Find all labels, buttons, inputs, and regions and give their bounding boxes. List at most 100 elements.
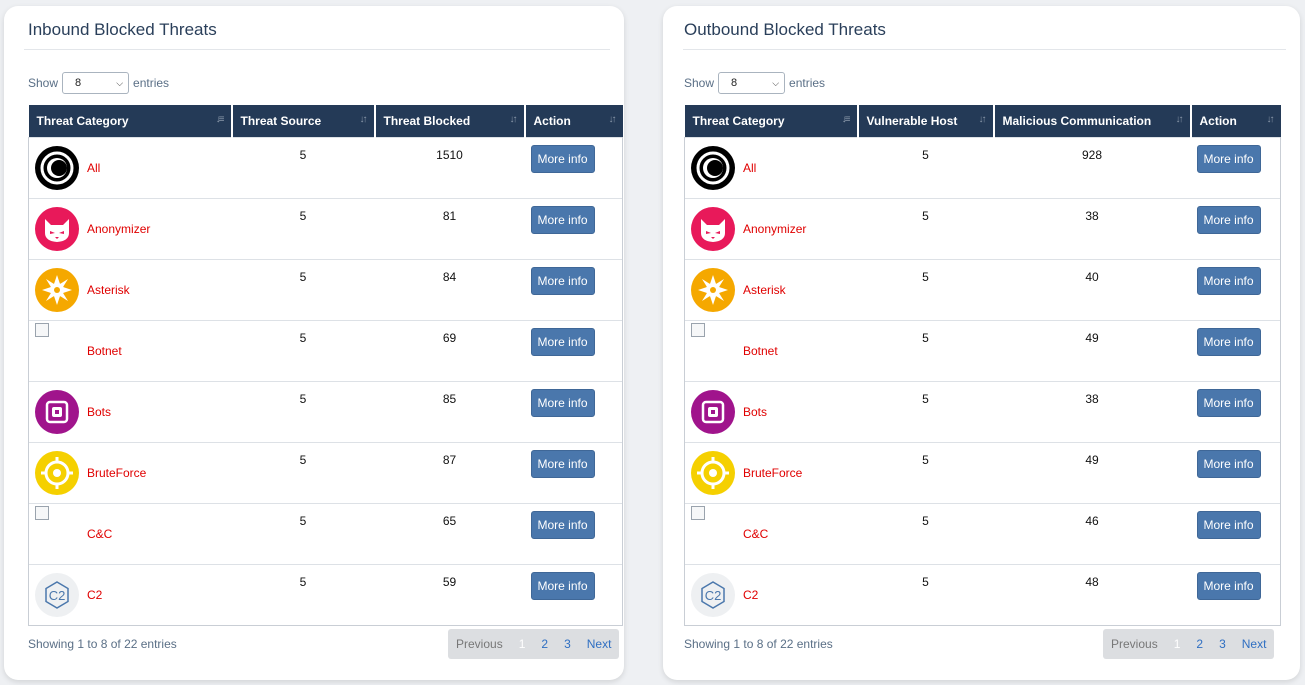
bots-icon bbox=[35, 389, 79, 434]
panel-title: Outbound Blocked Threats bbox=[684, 20, 886, 39]
more-info-button[interactable]: More info bbox=[530, 571, 595, 600]
category-cell: BruteForce bbox=[684, 441, 858, 503]
table-row: C&C 5 46 More info bbox=[684, 502, 1281, 564]
category-cell: Botnet bbox=[684, 319, 858, 381]
action-cell: More info bbox=[524, 258, 623, 320]
column-header-malicious-communication[interactable]: Malicious Communication ↓↑ bbox=[993, 105, 1192, 137]
count-cell: 40 bbox=[993, 258, 1191, 320]
more-info-button[interactable]: More info bbox=[530, 327, 595, 356]
more-info-button[interactable]: More info bbox=[1196, 571, 1261, 600]
next-button[interactable]: Next bbox=[579, 637, 620, 651]
previous-button[interactable]: Previous bbox=[1103, 637, 1166, 651]
previous-button[interactable]: Previous bbox=[448, 637, 511, 651]
more-info-button[interactable]: More info bbox=[1196, 510, 1261, 539]
action-cell: More info bbox=[1190, 136, 1281, 198]
more-info-button[interactable]: More info bbox=[530, 449, 595, 478]
table-row: C&C 5 65 More info bbox=[28, 502, 623, 564]
panel-title: Inbound Blocked Threats bbox=[28, 20, 217, 39]
count-cell: 59 bbox=[374, 563, 525, 626]
page-2-button[interactable]: 2 bbox=[533, 637, 556, 651]
category-cell: Bots bbox=[684, 380, 858, 442]
table-info: Showing 1 to 8 of 22 entries bbox=[684, 637, 833, 651]
category-name[interactable]: C2 bbox=[87, 588, 102, 602]
count-cell: 5 bbox=[857, 258, 994, 320]
more-info-button[interactable]: More info bbox=[1196, 144, 1261, 173]
count-cell: 85 bbox=[374, 380, 525, 442]
category-name[interactable]: Asterisk bbox=[87, 283, 130, 297]
broken-image-icon bbox=[35, 505, 79, 556]
page-3-button[interactable]: 3 bbox=[1211, 637, 1234, 651]
page-1-button[interactable]: 1 bbox=[511, 637, 534, 651]
column-header-threat-blocked[interactable]: Threat Blocked ↓↑ bbox=[374, 105, 526, 137]
count-cell: 5 bbox=[857, 502, 994, 564]
anonymizer-cat-icon bbox=[691, 206, 735, 251]
entries-select[interactable]: 8 ⌵ bbox=[718, 72, 786, 94]
count-cell: 5 bbox=[857, 197, 994, 259]
column-header-threat-category[interactable]: Threat Category ↓≡ bbox=[684, 105, 859, 137]
entries-length-control: Show 8 ⌵ entries bbox=[684, 72, 825, 94]
more-info-button[interactable]: More info bbox=[1196, 327, 1261, 356]
column-header-vulnerable-host[interactable]: Vulnerable Host ↓↑ bbox=[857, 105, 995, 137]
column-header-threat-category[interactable]: Threat Category ↓≡ bbox=[28, 105, 233, 137]
count-cell: 5 bbox=[231, 319, 375, 381]
category-name[interactable]: All bbox=[87, 161, 100, 175]
count-cell: 84 bbox=[374, 258, 525, 320]
column-header-threat-source[interactable]: Threat Source ↓↑ bbox=[231, 105, 376, 137]
action-cell: More info bbox=[524, 502, 623, 564]
category-name[interactable]: C&C bbox=[743, 527, 768, 541]
category-name[interactable]: C&C bbox=[87, 527, 112, 541]
divider bbox=[683, 49, 1286, 50]
more-info-button[interactable]: More info bbox=[1196, 205, 1261, 234]
count-cell: 81 bbox=[374, 197, 525, 259]
count-cell: 48 bbox=[993, 563, 1191, 626]
category-name[interactable]: BruteForce bbox=[87, 466, 146, 480]
more-info-button[interactable]: More info bbox=[530, 388, 595, 417]
sort-icon: ↓↑ bbox=[1175, 114, 1184, 125]
category-cell: Bots bbox=[28, 380, 232, 442]
page-2-button[interactable]: 2 bbox=[1188, 637, 1211, 651]
table-row: C2 C2 5 59 More info bbox=[28, 563, 623, 626]
more-info-button[interactable]: More info bbox=[530, 144, 595, 173]
more-info-button[interactable]: More info bbox=[530, 510, 595, 539]
column-header-action[interactable]: Action ↓↑ bbox=[524, 105, 623, 137]
category-name[interactable]: Asterisk bbox=[743, 283, 786, 297]
category-name[interactable]: Botnet bbox=[743, 344, 778, 358]
entries-select-value: 8 bbox=[731, 77, 738, 89]
action-cell: More info bbox=[1190, 258, 1281, 320]
count-cell: 49 bbox=[993, 319, 1191, 381]
count-cell: 5 bbox=[231, 563, 375, 626]
action-cell: More info bbox=[1190, 319, 1281, 381]
category-name[interactable]: Bots bbox=[87, 405, 111, 419]
category-name[interactable]: All bbox=[743, 161, 756, 175]
entries-label: entries bbox=[789, 76, 826, 90]
count-cell: 5 bbox=[857, 319, 994, 381]
entries-select-value: 8 bbox=[75, 77, 82, 89]
category-cell: Asterisk bbox=[684, 258, 858, 320]
more-info-button[interactable]: More info bbox=[1196, 388, 1261, 417]
category-name[interactable]: Bots bbox=[743, 405, 767, 419]
category-name[interactable]: Anonymizer bbox=[743, 222, 806, 236]
more-info-button[interactable]: More info bbox=[530, 266, 595, 295]
page-3-button[interactable]: 3 bbox=[556, 637, 579, 651]
action-cell: More info bbox=[1190, 380, 1281, 442]
count-cell: 49 bbox=[993, 441, 1191, 503]
entries-length-control: Show 8 ⌵ entries bbox=[28, 72, 169, 94]
next-button[interactable]: Next bbox=[1234, 637, 1275, 651]
category-name[interactable]: Botnet bbox=[87, 344, 122, 358]
more-info-button[interactable]: More info bbox=[1196, 266, 1261, 295]
column-header-action[interactable]: Action ↓↑ bbox=[1190, 105, 1281, 137]
inbound-panel: Inbound Blocked Threats Show 8 ⌵ entries… bbox=[4, 6, 624, 680]
category-name[interactable]: Anonymizer bbox=[87, 222, 150, 236]
more-info-button[interactable]: More info bbox=[1196, 449, 1261, 478]
entries-label: entries bbox=[133, 76, 170, 90]
broken-image-icon bbox=[35, 322, 79, 373]
more-info-button[interactable]: More info bbox=[530, 205, 595, 234]
asterisk-icon bbox=[35, 267, 79, 312]
bots-icon bbox=[691, 389, 735, 434]
entries-select[interactable]: 8 ⌵ bbox=[62, 72, 130, 94]
page-1-button[interactable]: 1 bbox=[1166, 637, 1189, 651]
category-name[interactable]: BruteForce bbox=[743, 466, 802, 480]
broken-image-icon bbox=[691, 322, 735, 373]
count-cell: 69 bbox=[374, 319, 525, 381]
category-name[interactable]: C2 bbox=[743, 588, 758, 602]
